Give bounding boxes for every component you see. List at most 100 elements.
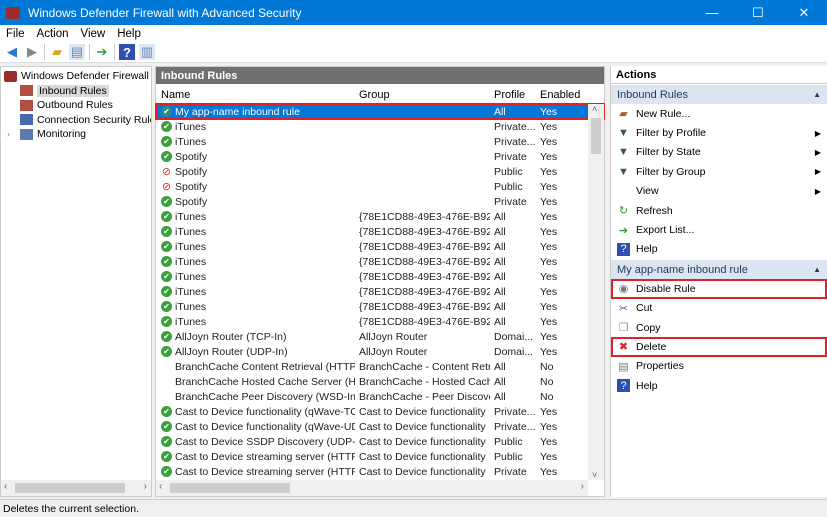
table-row[interactable]: ✔ AllJoyn Router (TCP-In) AllJoyn Router Do… — [156, 329, 604, 344]
action-filter-by-profile[interactable]: ▼ Filter by Profile ▶ — [611, 123, 827, 142]
export-icon: ➔ — [618, 224, 629, 237]
allow-icon: ✔ — [161, 406, 172, 418]
table-row[interactable]: ✔iTunes {78E1CD88-49E3-476E-B926-... All Ye… — [156, 269, 604, 284]
table-row[interactable]: ✔Cast to Device streaming server (HTTP-S… — [156, 464, 604, 479]
action-filter-by-state[interactable]: ▼ Filter by State ▶ — [611, 143, 827, 162]
allow-icon: ✔ — [161, 286, 172, 298]
collapse-arrow-icon[interactable]: ▲ — [813, 90, 821, 99]
cell-enabled: Yes — [540, 405, 558, 418]
column-header-group[interactable]: Group — [355, 89, 490, 101]
action-help[interactable]: ? Help — [611, 376, 827, 395]
up-folder-icon[interactable]: ▰ — [49, 44, 65, 60]
action-cut[interactable]: ✂ Cut — [611, 299, 827, 318]
action-filter-by-group[interactable]: ▼ Filter by Group ▶ — [611, 162, 827, 181]
table-row[interactable]: BranchCache Content Retrieval (HTTP-In) B… — [156, 359, 604, 374]
table-row[interactable]: ✔ iTunes Private... Yes — [156, 119, 604, 134]
table-row[interactable]: ✔ Spotify Private Yes — [156, 149, 604, 164]
table-row[interactable]: ✔Cast to Device streaming server (HTTP-S… — [156, 449, 604, 464]
menu-view[interactable]: View — [75, 28, 112, 40]
show-hide-action-pane-icon[interactable]: ▥ — [139, 44, 155, 60]
table-row[interactable]: ⊘ Spotify Public Yes — [156, 179, 604, 194]
cell-profile: Private — [494, 465, 527, 478]
table-row[interactable]: ✔ Cast to Device functionality (qWave-TCP… — [156, 404, 604, 419]
maximize-button[interactable]: ☐ — [735, 0, 781, 25]
table-row[interactable]: ✔iTunes {78E1CD88-49E3-476E-B926-... All Ye… — [156, 209, 604, 224]
scroll-thumb[interactable] — [591, 118, 601, 154]
action-delete[interactable]: ✖ Delete — [611, 337, 827, 357]
cell-enabled: Yes — [540, 210, 558, 223]
action-export-list[interactable]: ➔ Export List... — [611, 220, 827, 239]
tree-item-outbound-rules[interactable]: Outbound Rules — [1, 98, 151, 113]
action-view[interactable]: View ▶ — [611, 182, 827, 201]
vertical-scrollbar[interactable]: ˄ ˅ — [588, 104, 604, 480]
toolbar-separator — [44, 44, 45, 60]
back-arrow-icon[interactable]: ◀ — [4, 44, 20, 60]
help-icon[interactable]: ? — [119, 44, 135, 60]
cell-name: ✔ iTunes — [156, 211, 355, 223]
column-header-enabled[interactable]: Enabled — [536, 89, 586, 101]
table-row[interactable]: ✔ Cast to Device functionality (qWave-UDP… — [156, 419, 604, 434]
cell-group: BranchCache - Peer Discove... — [359, 390, 490, 403]
menu-file[interactable]: File — [0, 28, 31, 40]
table-row[interactable]: BranchCache Peer Discovery (WSD-In) Branc… — [156, 389, 604, 404]
action-copy[interactable]: ❐ Copy — [611, 318, 827, 337]
action-refresh[interactable]: ↻ Refresh — [611, 201, 827, 220]
cell-profile: Private... — [494, 420, 536, 433]
collapse-arrow-icon[interactable]: ▲ — [813, 265, 821, 274]
action-disable-rule[interactable]: ◉ Disable Rule — [611, 279, 827, 299]
action-section-header[interactable]: My app-name inbound rule ▲ — [611, 260, 827, 280]
horizontal-scrollbar[interactable]: ‹ › — [156, 480, 588, 496]
horizontal-scrollbar[interactable]: ‹ › — [1, 480, 151, 496]
table-row[interactable]: ✔iTunes {78E1CD88-49E3-476E-B926-... All Ye… — [156, 224, 604, 239]
tree-item-inbound-rules[interactable]: Inbound Rules — [1, 84, 151, 99]
cell-name: BranchCache Hosted Cache Server (HTT... — [156, 376, 355, 388]
cell-profile: All — [494, 375, 506, 388]
outbound-rules-icon — [20, 99, 33, 111]
section-title: Inbound Rules — [617, 88, 688, 101]
action-new-rule[interactable]: ▰ New Rule... — [611, 104, 827, 123]
table-row[interactable]: ✔iTunes {78E1CD88-49E3-476E-B926-... All Ye… — [156, 284, 604, 299]
table-row[interactable]: ✔ Cast to Device SSDP Discovery (UDP-In) C… — [156, 434, 604, 449]
table-row[interactable]: ✔ AllJoyn Router (UDP-In) AllJoyn Router Do… — [156, 344, 604, 359]
column-header-name[interactable]: Name — [156, 89, 355, 101]
tree-item-monitoring[interactable]: › Monitoring — [1, 127, 151, 142]
action-properties[interactable]: ▤ Properties — [611, 357, 827, 376]
tree-item-root[interactable]: Windows Defender Firewall with Advanced … — [1, 69, 151, 84]
menu-help[interactable]: Help — [111, 28, 147, 40]
table-row[interactable]: ✔iTunes {78E1CD88-49E3-476E-B926-... All Ye… — [156, 254, 604, 269]
table-row[interactable]: ✔ Spotify Private Yes — [156, 194, 604, 209]
menu-action[interactable]: Action — [31, 28, 75, 40]
cell-name: ✔ Cast to Device functionality (qWave-UDP… — [156, 421, 355, 433]
table-row[interactable]: ✔ My app-name inbound rule All Yes — [155, 103, 605, 120]
forward-arrow-icon[interactable]: ▶ — [24, 44, 40, 60]
cell-name: ✔ iTunes — [156, 286, 355, 298]
table-row[interactable]: ✔iTunes {78E1CD88-49E3-476E-B926-... All Ye… — [156, 314, 604, 329]
minimize-button[interactable]: — — [689, 0, 735, 25]
table-row[interactable]: ⊘ Spotify Public Yes — [156, 164, 604, 179]
table-row[interactable]: ✔ iTunes Private... Yes — [156, 134, 604, 149]
table-row[interactable]: ✔iTunes {78E1CD88-49E3-476E-B926-... All Ye… — [156, 299, 604, 314]
close-button[interactable]: ✕ — [781, 0, 827, 25]
action-label: Refresh — [636, 204, 673, 217]
action-help[interactable]: ? Help — [611, 240, 827, 259]
rule-name: Spotify — [175, 150, 208, 163]
allow-icon: ✔ — [161, 331, 172, 343]
rule-name: iTunes — [175, 135, 207, 148]
column-header-profile[interactable]: Profile — [490, 89, 536, 101]
rule-name: Spotify — [175, 165, 208, 178]
cell-profile: Public — [494, 165, 523, 178]
scroll-thumb[interactable] — [170, 483, 290, 493]
action-section-header[interactable]: Inbound Rules ▲ — [611, 85, 827, 104]
cell-group: Cast to Device functionality — [359, 450, 486, 463]
show-hide-tree-icon[interactable]: ▤ — [69, 44, 85, 60]
cell-profile: Private... — [494, 135, 536, 148]
table-row[interactable]: BranchCache Hosted Cache Server (HTT... B… — [156, 374, 604, 389]
cell-enabled: Yes — [540, 105, 558, 118]
export-icon[interactable]: ➔ — [94, 44, 110, 60]
scroll-thumb[interactable] — [15, 483, 125, 493]
expand-chevron-icon[interactable]: › — [7, 129, 20, 139]
table-row[interactable]: ✔iTunes {78E1CD88-49E3-476E-B926-... All Ye… — [156, 239, 604, 254]
cell-enabled: Yes — [540, 225, 558, 238]
tree-item-connection-security-rules[interactable]: Connection Security Rules — [1, 113, 151, 128]
allow-icon: ✔ — [161, 271, 172, 283]
